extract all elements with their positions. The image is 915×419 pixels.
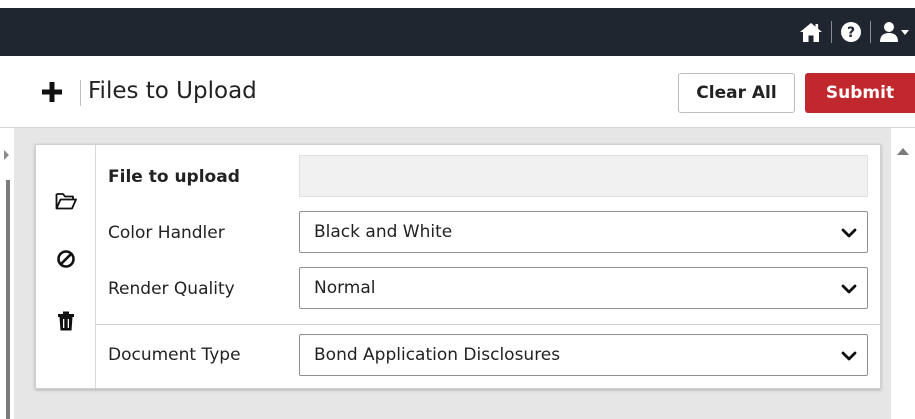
chevron-down-icon (841, 351, 857, 361)
expand-arrow-icon[interactable] (4, 150, 9, 160)
page-header: Files to Upload Clear All Submit (0, 56, 915, 128)
document-type-label: Document Type (108, 345, 241, 365)
plus-icon[interactable] (40, 80, 64, 104)
document-type-value: Bond Application Disclosures (314, 345, 561, 365)
folder-open-icon[interactable] (54, 189, 78, 213)
chevron-down-icon (841, 284, 857, 294)
submit-button[interactable]: Submit (805, 73, 915, 113)
render-quality-select[interactable]: Normal (299, 267, 868, 309)
color-handler-select[interactable]: Black and White (299, 211, 868, 253)
render-quality-value: Normal (314, 278, 376, 298)
upload-form: File to upload Color Handler Black and W… (96, 145, 880, 388)
color-handler-value: Black and White (314, 222, 453, 242)
home-icon[interactable] (799, 20, 823, 44)
title-divider (80, 80, 81, 106)
chevron-down-icon (841, 228, 857, 238)
topbar-divider (831, 21, 832, 43)
right-scrollbar[interactable] (891, 128, 915, 419)
file-to-upload-label: File to upload (108, 167, 240, 187)
file-to-upload-field[interactable] (299, 155, 868, 197)
file-upload-card: File to upload Color Handler Black and W… (35, 144, 881, 389)
clear-all-button[interactable]: Clear All (678, 73, 795, 113)
top-navigation-bar: ? (0, 8, 915, 56)
svg-text:?: ? (847, 25, 855, 41)
help-icon[interactable]: ? (840, 20, 862, 44)
left-scrollbar[interactable] (6, 180, 10, 419)
topbar-icon-group: ? (799, 20, 911, 44)
upload-panel: File to upload Color Handler Black and W… (0, 128, 915, 419)
topbar-divider (870, 21, 871, 43)
section-divider (96, 324, 880, 325)
render-quality-label: Render Quality (108, 279, 235, 299)
document-type-select[interactable]: Bond Application Disclosures (299, 334, 868, 376)
scroll-up-arrow-icon[interactable] (897, 148, 909, 155)
cancel-icon[interactable] (54, 247, 78, 271)
color-handler-label: Color Handler (108, 223, 225, 243)
file-actions-column (36, 145, 96, 388)
left-collapse-strip (0, 128, 14, 419)
page-title: Files to Upload (88, 78, 257, 104)
trash-icon[interactable] (54, 309, 78, 333)
user-menu-icon[interactable] (879, 20, 911, 44)
